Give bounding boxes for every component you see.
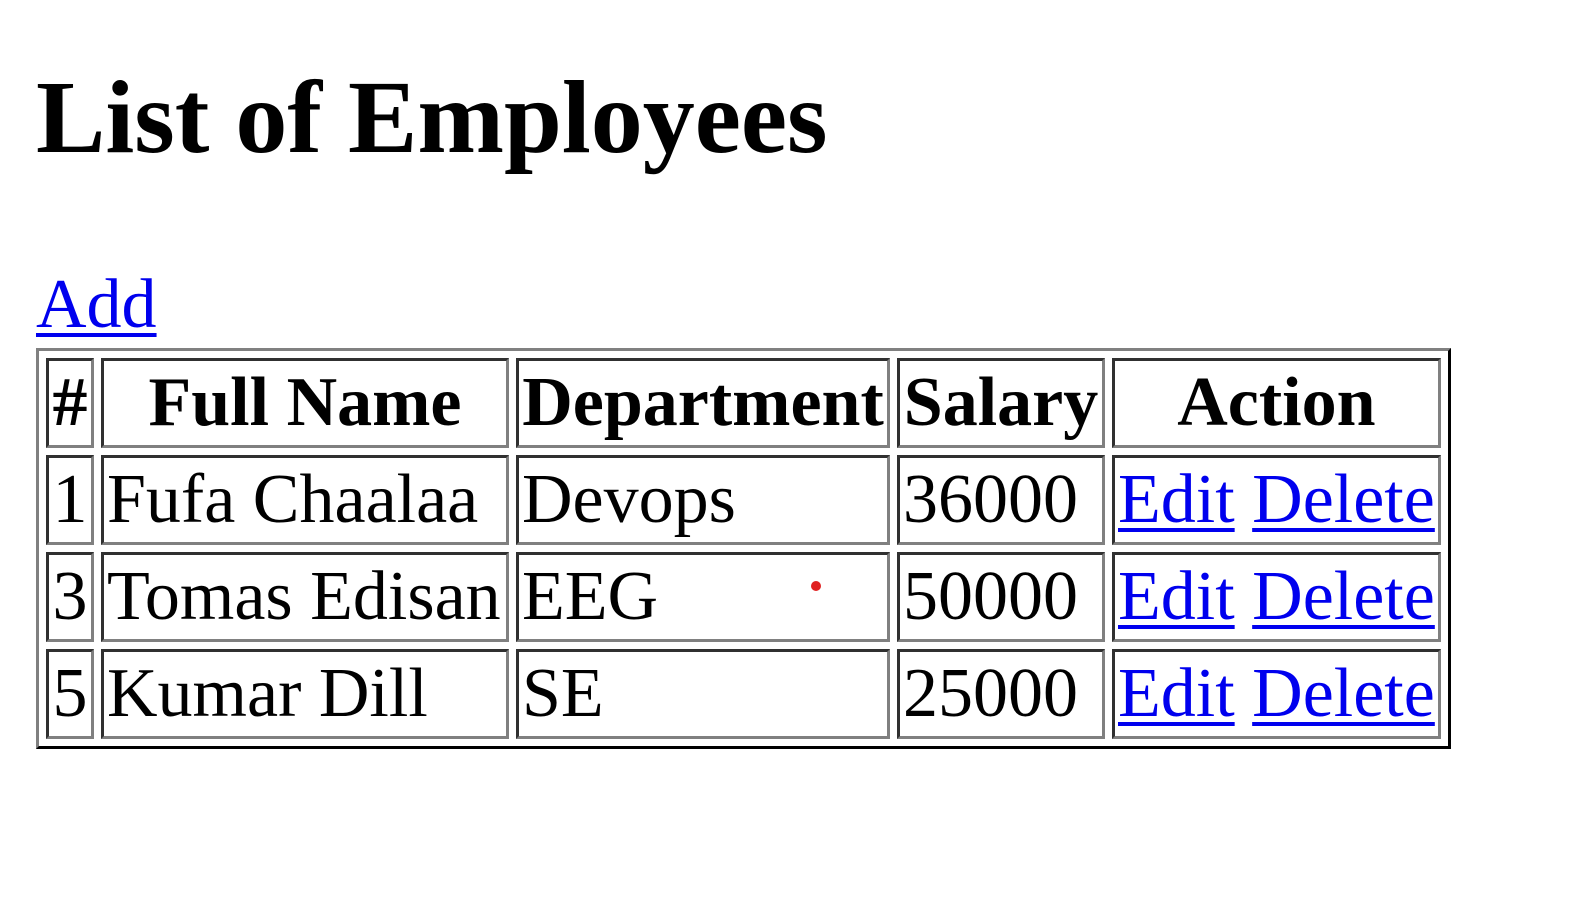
employees-table: # Full Name Department Salary Action 1 F… xyxy=(36,348,1451,749)
cell-full-name: Tomas Edisan xyxy=(101,552,509,642)
cell-salary: 25000 xyxy=(897,649,1105,739)
cell-actions: Edit Delete xyxy=(1112,552,1441,642)
cursor-dot-icon xyxy=(811,581,821,591)
edit-link[interactable]: Edit xyxy=(1118,461,1235,538)
header-id: # xyxy=(46,358,94,448)
table-row: 3 Tomas Edisan EEG 50000 Edit Delete xyxy=(46,552,1441,642)
header-department: Department xyxy=(516,358,890,448)
delete-link[interactable]: Delete xyxy=(1252,461,1435,538)
edit-link[interactable]: Edit xyxy=(1118,655,1235,732)
table-header-row: # Full Name Department Salary Action xyxy=(46,358,1441,448)
table-row: 5 Kumar Dill SE 25000 Edit Delete xyxy=(46,649,1441,739)
header-full-name: Full Name xyxy=(101,358,509,448)
page-title: List of Employees xyxy=(36,60,828,175)
cell-department: Devops xyxy=(516,455,890,545)
table-row: 1 Fufa Chaalaa Devops 36000 Edit Delete xyxy=(46,455,1441,545)
cell-id: 5 xyxy=(46,649,94,739)
cell-department: SE xyxy=(516,649,890,739)
cell-department: EEG xyxy=(516,552,890,642)
cell-full-name: Fufa Chaalaa xyxy=(101,455,509,545)
header-salary: Salary xyxy=(897,358,1105,448)
cell-full-name: Kumar Dill xyxy=(101,649,509,739)
edit-link[interactable]: Edit xyxy=(1118,558,1235,635)
header-action: Action xyxy=(1112,358,1441,448)
delete-link[interactable]: Delete xyxy=(1252,655,1435,732)
cell-salary: 50000 xyxy=(897,552,1105,642)
cell-actions: Edit Delete xyxy=(1112,455,1441,545)
cell-id: 3 xyxy=(46,552,94,642)
cell-id: 1 xyxy=(46,455,94,545)
cell-salary: 36000 xyxy=(897,455,1105,545)
cell-actions: Edit Delete xyxy=(1112,649,1441,739)
delete-link[interactable]: Delete xyxy=(1252,558,1435,635)
add-employee-link[interactable]: Add xyxy=(36,265,157,346)
